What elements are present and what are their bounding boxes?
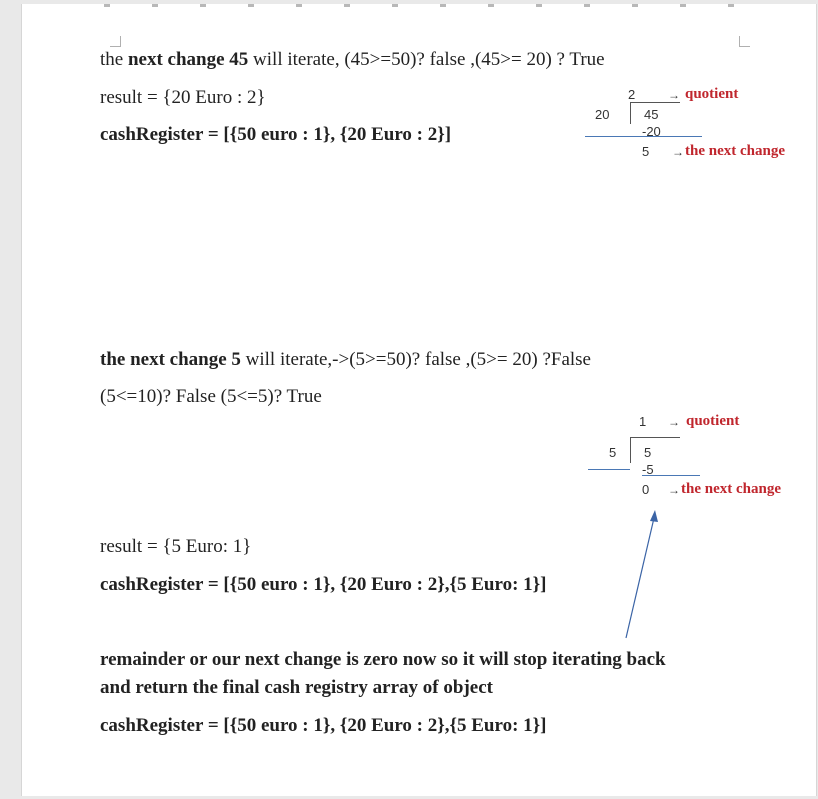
conclusion-line-1: remainder or our next change is zero now…	[100, 649, 666, 670]
final-cash-register-line: cashRegister = [{50 euro : 1}, {20 Euro …	[100, 715, 547, 736]
cash-register-line: cashRegister = [{50 euro : 1}, {20 Euro …	[100, 574, 547, 595]
document-page: the next change 45 will iterate, (45>=50…	[21, 4, 817, 796]
conclusion-line-2: and return the final cash registry array…	[100, 677, 493, 698]
result-line: result = {5 Euro: 1}	[100, 536, 252, 557]
